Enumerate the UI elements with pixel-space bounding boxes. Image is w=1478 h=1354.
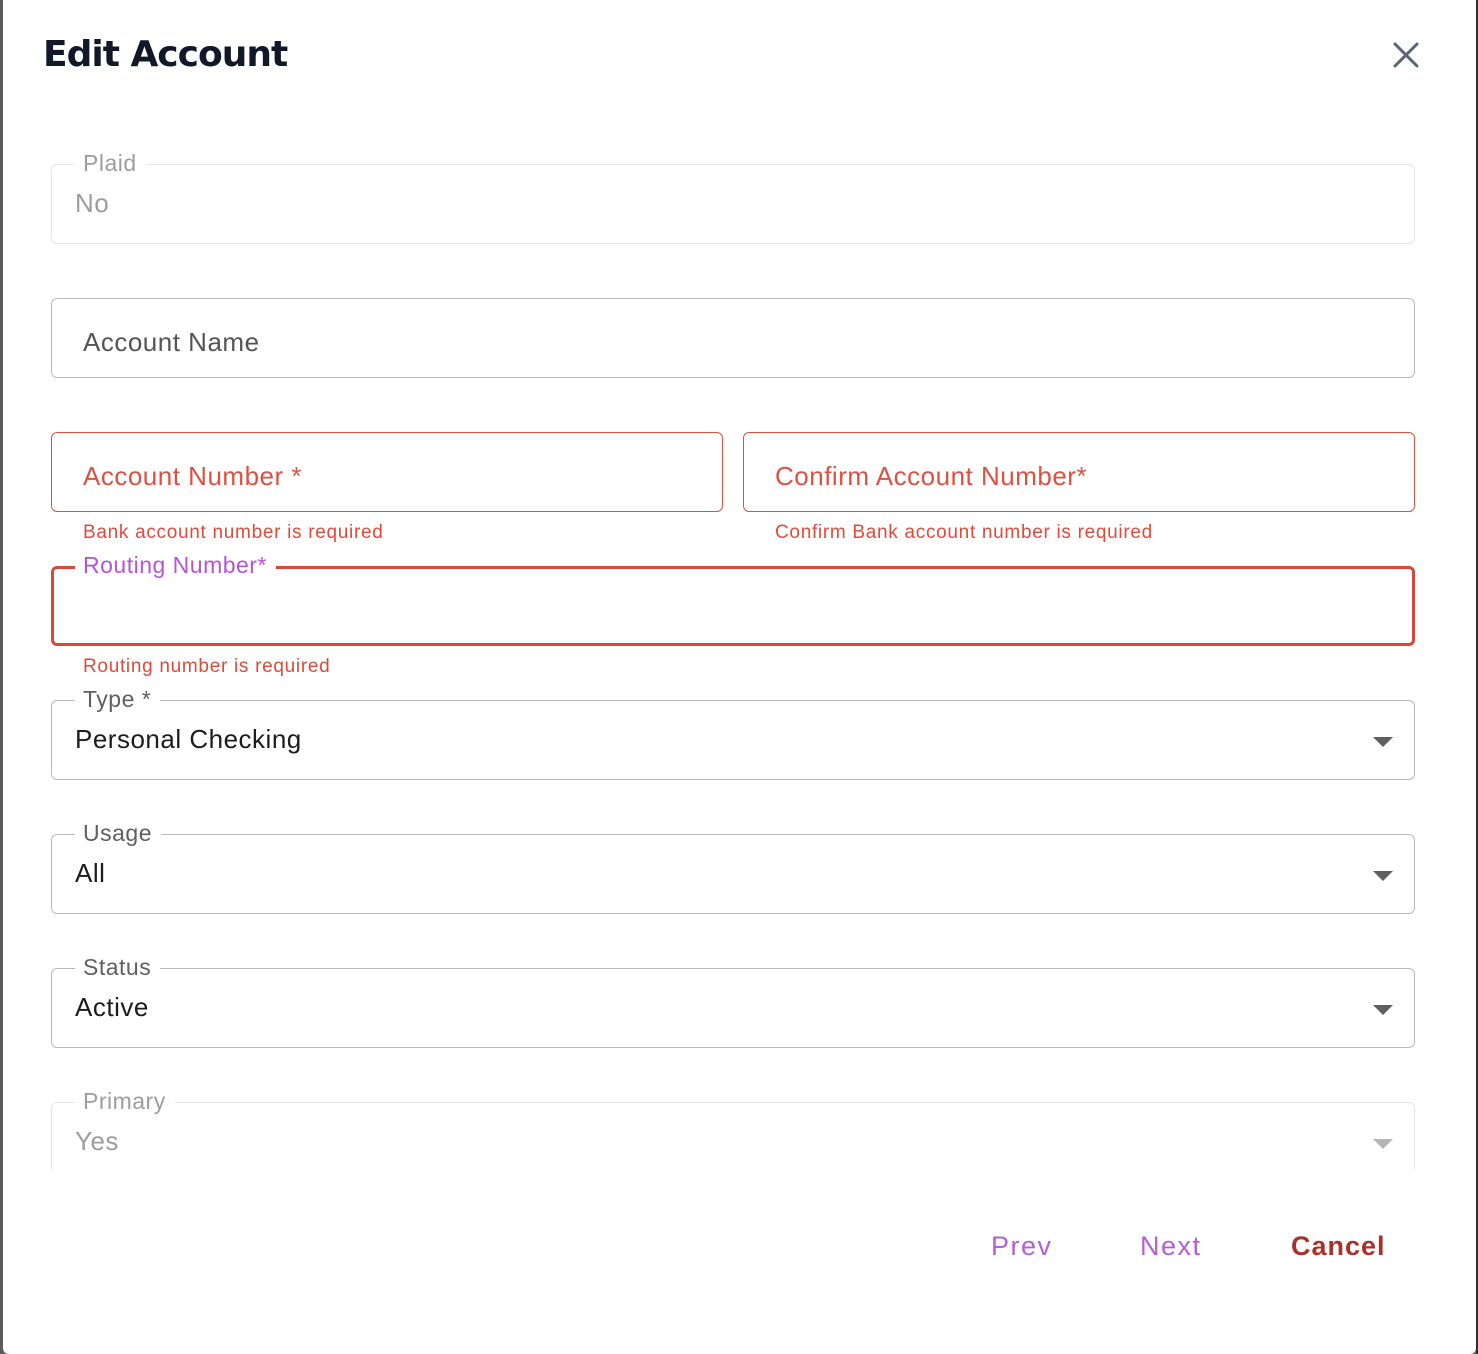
next-button[interactable]: Next bbox=[1140, 1228, 1202, 1264]
prev-button[interactable]: Prev bbox=[991, 1228, 1053, 1264]
chevron-down-icon bbox=[1373, 1005, 1393, 1015]
primary-label: Primary bbox=[75, 1084, 175, 1118]
primary-value: Yes bbox=[75, 1126, 119, 1156]
type-label: Type * bbox=[75, 682, 161, 716]
edit-account-dialog: Edit Account Plaid No Account Name Accou… bbox=[3, 0, 1476, 1354]
chevron-down-icon bbox=[1373, 737, 1393, 747]
chevron-down-icon bbox=[1373, 871, 1393, 881]
routing-number-input[interactable]: Routing Number* bbox=[51, 548, 1415, 646]
plaid-field: Plaid No bbox=[51, 146, 1415, 244]
scroll-area-bottom: Primary Yes bbox=[51, 1066, 1417, 1169]
account-number-input[interactable]: Account Number * bbox=[51, 432, 723, 512]
account-number-error: Bank account number is required bbox=[83, 522, 384, 543]
status-select[interactable]: Status Active bbox=[51, 950, 1415, 1048]
account-number-placeholder: Account Number * bbox=[83, 461, 302, 491]
dialog-title: Edit Account bbox=[43, 34, 288, 75]
type-select[interactable]: Type * Personal Checking bbox=[51, 682, 1415, 780]
routing-number-error: Routing number is required bbox=[83, 656, 331, 677]
status-value: Active bbox=[75, 992, 149, 1022]
account-name-placeholder: Account Name bbox=[83, 327, 260, 357]
usage-value: All bbox=[75, 858, 106, 888]
plaid-field-outline bbox=[51, 164, 1415, 244]
cancel-button[interactable]: Cancel bbox=[1291, 1228, 1386, 1264]
close-icon[interactable] bbox=[1387, 36, 1425, 74]
confirm-account-number-error: Confirm Bank account number is required bbox=[775, 522, 1153, 543]
confirm-account-number-placeholder: Confirm Account Number* bbox=[775, 461, 1088, 491]
primary-outline bbox=[51, 1102, 1415, 1169]
chevron-down-icon bbox=[1373, 1139, 1393, 1149]
account-name-input[interactable]: Account Name bbox=[51, 298, 1415, 378]
type-value: Personal Checking bbox=[75, 724, 302, 754]
usage-label: Usage bbox=[75, 816, 161, 850]
routing-number-label: Routing Number* bbox=[75, 548, 276, 582]
status-label: Status bbox=[75, 950, 161, 984]
usage-outline bbox=[51, 834, 1415, 914]
confirm-account-number-input[interactable]: Confirm Account Number* bbox=[743, 432, 1415, 512]
plaid-label: Plaid bbox=[75, 146, 146, 180]
usage-select[interactable]: Usage All bbox=[51, 816, 1415, 914]
status-outline bbox=[51, 968, 1415, 1048]
plaid-value: No bbox=[75, 188, 110, 218]
primary-select: Primary Yes bbox=[51, 1084, 1415, 1169]
